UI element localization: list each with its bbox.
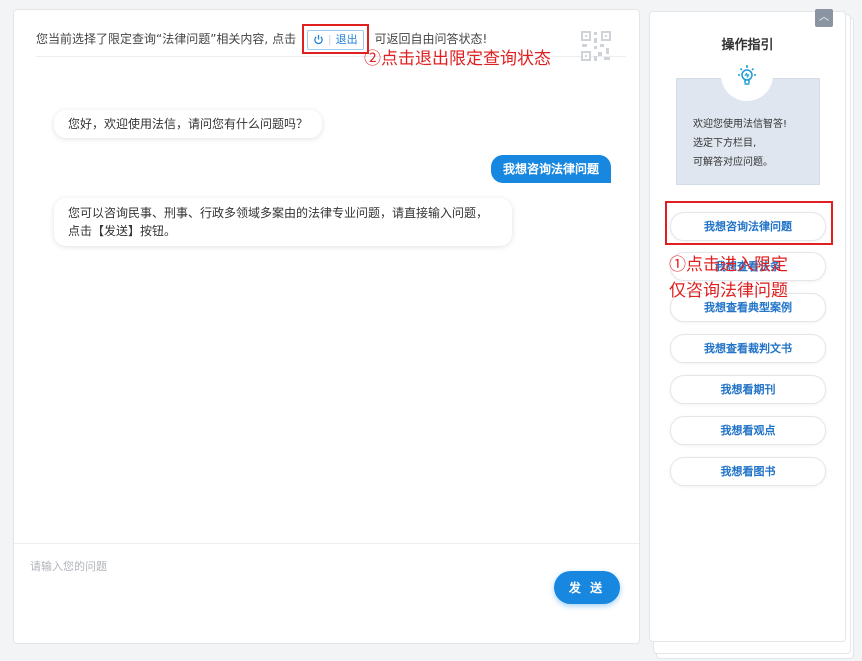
info-line: 欢迎您使用法信智答! bbox=[693, 119, 788, 130]
info-line: 选定下方栏目, bbox=[693, 138, 757, 149]
question-input[interactable] bbox=[28, 556, 552, 600]
message-input-area: 发 送 bbox=[14, 543, 639, 644]
exit-highlight-box: | 退出 bbox=[301, 24, 369, 54]
guide-info-box: 欢迎您使用法信智答! 选定下方栏目, 可解答对应问题。 bbox=[676, 61, 820, 185]
select-annotation: ①点击进入限定 仅咨询法律问题 bbox=[669, 255, 788, 301]
qr-code-icon[interactable] bbox=[580, 30, 612, 69]
power-icon bbox=[313, 34, 324, 45]
exit-button[interactable]: | 退出 bbox=[306, 29, 364, 50]
guide-item-books[interactable]: 我想看图书 bbox=[670, 457, 826, 486]
guide-panel: 操作指引 欢迎您使用法信智答! 选定下方栏目, 可解答对应问题。 我想咨询法律问… bbox=[649, 11, 846, 642]
exit-annotation: ②点击退出限定查询状态 bbox=[364, 49, 551, 69]
guide-info-text: 欢迎您使用法信智答! 选定下方栏目, 可解答对应问题。 bbox=[693, 115, 787, 172]
legal-question-highlight-box bbox=[665, 201, 833, 245]
guide-item-journals[interactable]: 我想看期刊 bbox=[670, 375, 826, 404]
send-button[interactable]: 发 送 bbox=[554, 571, 620, 604]
chevron-up-icon[interactable]: ︿ bbox=[815, 9, 833, 27]
chat-message-bot: 您好，欢迎使用法信，请问您有什么问题吗？ bbox=[54, 110, 323, 138]
guide-item-viewpoints[interactable]: 我想看观点 bbox=[670, 416, 826, 445]
exit-label: 退出 bbox=[335, 32, 358, 46]
chat-panel: 您当前选择了限定查询“法律问题”相关内容, 点击 | 退出 可返回自由问答状态! bbox=[13, 9, 640, 644]
lightbulb-icon bbox=[721, 61, 773, 101]
chat-message-bot: 您可以咨询民事、刑事、行政多领域多案由的法律专业问题，请直接输入问题，点击【发送… bbox=[54, 198, 512, 246]
notice-prefix: 您当前选择了限定查询“法律问题”相关内容, 点击 bbox=[36, 32, 297, 46]
chat-message-user: 我想咨询法律问题 bbox=[490, 155, 611, 183]
guide-item-judgments[interactable]: 我想查看裁判文书 bbox=[670, 334, 826, 363]
info-line: 可解答对应问题。 bbox=[693, 157, 773, 168]
guide-title: 操作指引 bbox=[721, 38, 774, 53]
